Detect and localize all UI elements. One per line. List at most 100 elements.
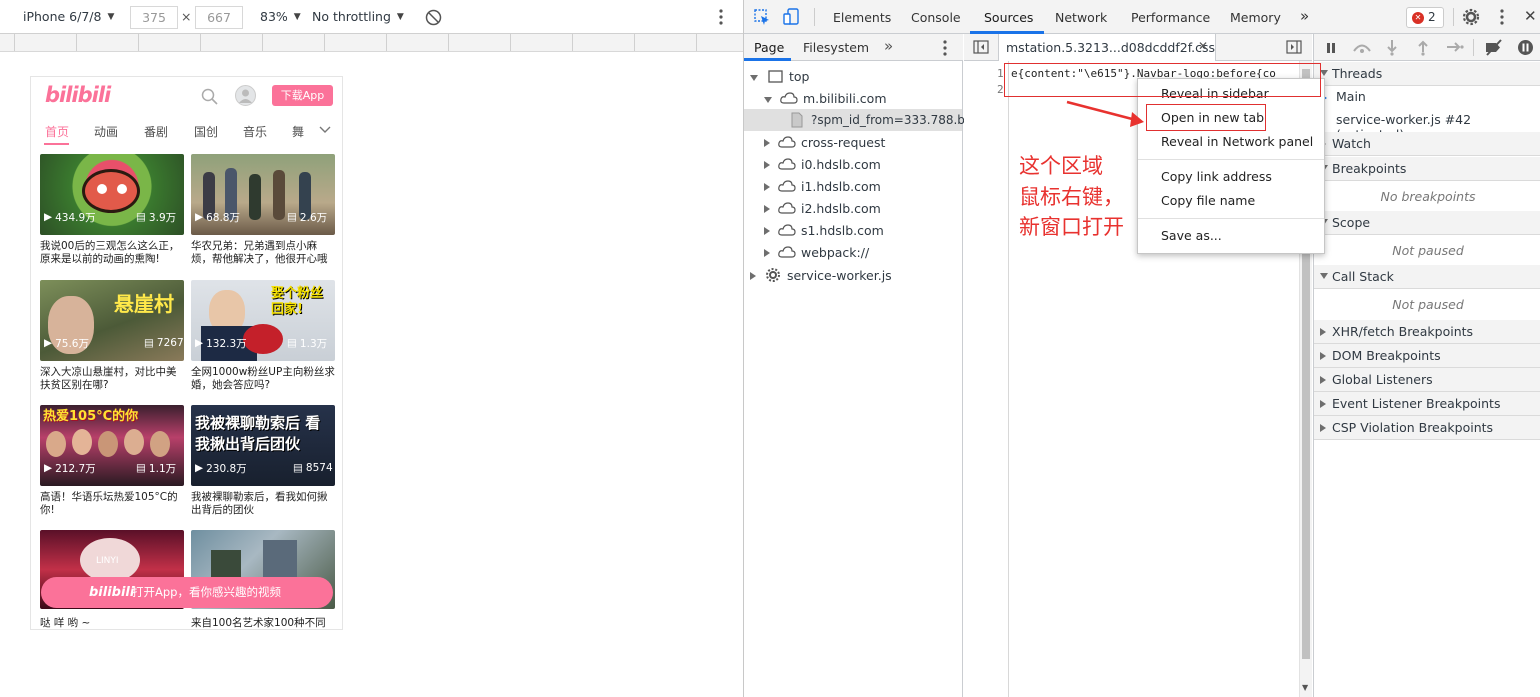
download-app-button[interactable]: 下载App [272,85,333,106]
more-options-icon[interactable] [942,40,948,56]
user-icon [239,89,252,103]
deactivate-breakpoints-icon[interactable] [1484,39,1504,56]
code-line-highlight [1004,63,1321,97]
view-count: 434.9万 [55,211,96,224]
collapsed-arrow-icon [764,249,770,257]
tree-item-domain[interactable]: i2.hdslb.com [764,201,881,216]
collapsed-arrow-icon [1320,328,1326,336]
tab-memory[interactable]: Memory [1230,0,1281,34]
breakpoints-section[interactable]: Breakpoints [1314,157,1540,181]
device-name: iPhone 6/7/8 [23,9,102,24]
global-listeners-section[interactable]: Global Listeners [1314,368,1540,392]
tree-item-origin[interactable]: m.bilibili.com [764,91,887,106]
close-tab-icon[interactable]: ✕ [1198,39,1208,53]
menu-item-save-as[interactable]: Save as... [1161,228,1222,243]
open-app-banner[interactable]: bilibili 打开App，看你感兴趣的视频 [41,577,333,608]
tab-page[interactable]: Page [754,40,784,55]
tree-item-service-worker[interactable]: service-worker.js [750,267,892,283]
event-listener-breakpoints-section[interactable]: Event Listener Breakpoints [1314,392,1540,416]
media-query-ruler [0,34,743,52]
tab-elements[interactable]: Elements [833,0,891,34]
throttle-select[interactable]: No throttling ▼ [312,9,404,24]
bilibili-logo: bilibili [89,585,135,600]
step-into-icon[interactable] [1386,39,1398,56]
editor-file-tab[interactable]: mstation.5.3213...d08dcddf2f.css ✕ [998,34,1216,61]
tab-performance[interactable]: Performance [1131,0,1210,34]
tree-item-top[interactable]: top [750,69,809,84]
tab-music[interactable]: 音乐 [243,123,267,140]
csp-violation-breakpoints-section[interactable]: CSP Violation Breakpoints [1314,416,1540,440]
menu-item-reveal-in-network-panel[interactable]: Reveal in Network panel [1161,134,1313,149]
error-icon: ✕ [1412,12,1424,24]
dom-breakpoints-section[interactable]: DOM Breakpoints [1314,344,1540,368]
tab-anime[interactable]: 动画 [94,123,118,140]
toggle-navigator-icon[interactable] [973,40,989,54]
call-stack-section[interactable]: Call Stack [1314,265,1540,289]
close-devtools-icon[interactable]: ✕ [1524,7,1537,25]
tab-network[interactable]: Network [1055,0,1107,34]
tab-filesystem[interactable]: Filesystem [803,40,869,55]
tree-item-domain[interactable]: s1.hdslb.com [764,223,884,238]
tree-label: webpack:// [800,245,870,260]
menu-item-copy-file-name[interactable]: Copy file name [1161,193,1255,208]
scroll-down-icon[interactable]: ▼ [1302,683,1308,692]
danmaku-count: 1.1万 [148,462,177,475]
expanded-arrow-icon [764,97,772,103]
danmaku-count: 7267 [156,337,184,349]
scope-section[interactable]: Scope [1314,211,1540,235]
threads-section[interactable]: Threads [1314,62,1540,86]
times-sign: × [181,9,192,24]
tab-home[interactable]: 首页 [45,123,69,140]
tree-item-domain[interactable]: i1.hdslb.com [764,179,881,194]
tab-dance[interactable]: 舞 [292,123,304,140]
step-icon[interactable] [1446,41,1464,53]
play-icon: ▶ [195,211,204,223]
avatar[interactable] [235,85,256,106]
tab-guochuang[interactable]: 国创 [194,123,218,140]
step-over-icon[interactable] [1352,40,1372,54]
zoom-select[interactable]: 83% ▼ [260,9,301,24]
chevron-down-icon[interactable] [319,126,331,134]
thread-main[interactable]: Main [1336,89,1366,104]
watch-section[interactable]: Watch [1314,132,1540,156]
bilibili-logo[interactable]: bilibili [45,83,111,107]
tab-bangumi[interactable]: 番剧 [144,123,168,140]
selected-tree-row[interactable]: ?spm_id_from=333.788.b_ [744,109,971,131]
more-options-icon[interactable] [1499,9,1505,25]
gear-icon[interactable] [1462,8,1480,26]
expanded-arrow-icon [1320,273,1328,279]
search-icon[interactable] [201,88,218,105]
tab-console[interactable]: Console [911,0,961,34]
pause-icon[interactable] [1325,41,1337,55]
expanded-arrow-icon [750,75,758,81]
play-icon: ▶ [44,462,53,474]
more-tabs-button[interactable]: » [1300,0,1309,34]
inspect-element-icon[interactable] [754,9,771,26]
tree-item-domain[interactable]: i0.hdslb.com [764,157,881,172]
pause-on-exceptions-icon[interactable] [1517,39,1534,56]
height-input[interactable]: 667 [195,6,243,29]
device-select[interactable]: iPhone 6/7/8 ▼ [23,9,114,24]
width-input[interactable]: 375 [130,6,178,29]
tree-label: s1.hdslb.com [800,223,884,238]
menu-item-copy-link-address[interactable]: Copy link address [1161,169,1272,184]
tree-item-domain[interactable]: webpack:// [764,245,869,260]
cloud-icon [778,202,796,214]
throttle-value: No throttling [312,9,391,24]
xhr-breakpoints-section[interactable]: XHR/fetch Breakpoints [1314,320,1540,344]
danmaku-icon: ▤ [136,462,146,474]
tree-item-domain[interactable]: cross-request [764,135,885,150]
tree-label: cross-request [800,135,886,150]
collapsed-arrow-icon [764,183,770,191]
more-options-icon[interactable] [718,9,724,25]
tab-sources[interactable]: Sources [984,0,1033,34]
toggle-debugger-icon[interactable] [1286,40,1302,54]
error-counter[interactable]: ✕ 2 [1406,7,1444,28]
rotate-icon[interactable] [425,9,442,26]
device-toggle-icon[interactable] [783,8,800,26]
play-icon: ▶ [195,337,204,349]
step-out-icon[interactable] [1417,39,1429,56]
cloud-icon [778,180,796,192]
more-nav-tabs-button[interactable]: » [884,37,893,55]
devtools-toolbar: Elements Console Sources Network Perform… [744,0,1540,34]
